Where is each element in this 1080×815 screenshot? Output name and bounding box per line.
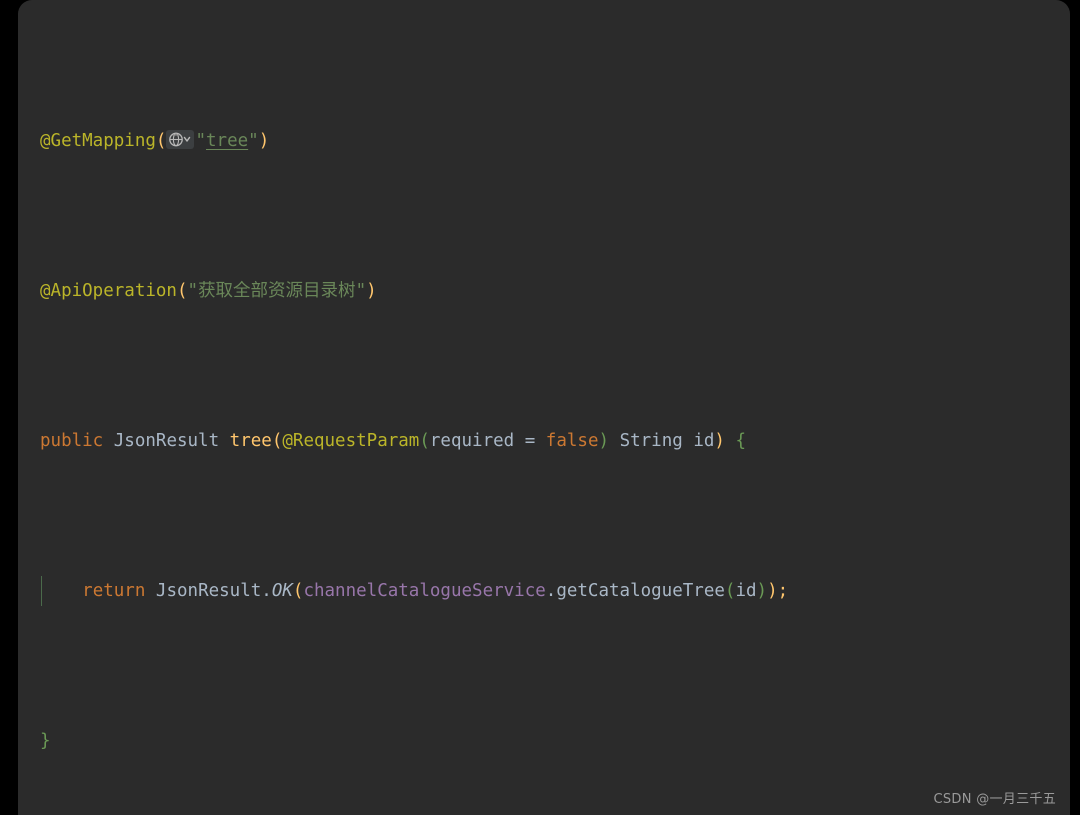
globe-dropdown-icon[interactable]	[166, 130, 194, 149]
code-line[interactable]: public JsonResult tree(@RequestParam(req…	[18, 426, 1070, 456]
dot: .	[261, 581, 272, 601]
type-json-result: JsonResult	[114, 431, 219, 451]
space	[145, 581, 156, 601]
param-id: id	[693, 431, 714, 451]
arg-id: id	[735, 581, 756, 601]
code-line[interactable]: return JsonResult.OK(channelCatalogueSer…	[18, 576, 1070, 606]
paren: )	[714, 431, 725, 451]
paren: )	[366, 281, 377, 301]
keyword-public: public	[40, 431, 103, 451]
paren: )	[598, 431, 609, 451]
space	[103, 431, 114, 451]
endpoint-path[interactable]: tree	[206, 131, 248, 151]
keyword-return: return	[82, 581, 145, 601]
code-editor-panel[interactable]: @GetMapping("tree") @ApiOperation("获取全部资…	[18, 0, 1070, 815]
method-name-tree: tree	[230, 431, 272, 451]
paren: (	[177, 281, 188, 301]
paren: (	[419, 431, 430, 451]
annotation-api-operation: @ApiOperation	[40, 281, 177, 301]
space	[219, 431, 230, 451]
code-line[interactable]: @ApiOperation("获取全部资源目录树")	[18, 276, 1070, 306]
space	[609, 431, 620, 451]
paren: (	[156, 131, 167, 151]
quote: "	[356, 281, 367, 301]
type-json-result: JsonResult	[156, 581, 261, 601]
space	[683, 431, 694, 451]
api-operation-text: 获取全部资源目录树	[198, 281, 356, 301]
paren: (	[725, 581, 736, 601]
indent-guide	[41, 576, 42, 606]
annotation-get-mapping: @GetMapping	[40, 131, 156, 151]
semicolon: ;	[778, 581, 789, 601]
operator: =	[514, 431, 546, 451]
keyword-false: false	[546, 431, 599, 451]
code-content[interactable]: @GetMapping("tree") @ApiOperation("获取全部资…	[18, 0, 1070, 815]
paren: )	[259, 131, 270, 151]
static-method-ok: OK	[272, 581, 293, 601]
annotation-request-param: @RequestParam	[282, 431, 419, 451]
type-string: String	[620, 431, 683, 451]
method-get-catalogue-tree: getCatalogueTree	[556, 581, 725, 601]
code-line[interactable]: }	[18, 726, 1070, 756]
paren: )	[767, 581, 778, 601]
space	[725, 431, 736, 451]
paren: (	[293, 581, 304, 601]
brace: {	[736, 431, 747, 451]
paren: )	[757, 581, 768, 601]
param-required: required	[430, 431, 514, 451]
brace: }	[40, 731, 51, 751]
code-line[interactable]: @GetMapping( "tree")	[18, 126, 1070, 156]
csdn-watermark: CSDN @一月三千五	[934, 788, 1057, 807]
quote: "	[195, 131, 206, 151]
quote: "	[188, 281, 199, 301]
dot: .	[546, 581, 557, 601]
paren: (	[272, 431, 283, 451]
field-channel-catalogue-service: channelCatalogueService	[303, 581, 545, 601]
quote: "	[248, 131, 259, 151]
